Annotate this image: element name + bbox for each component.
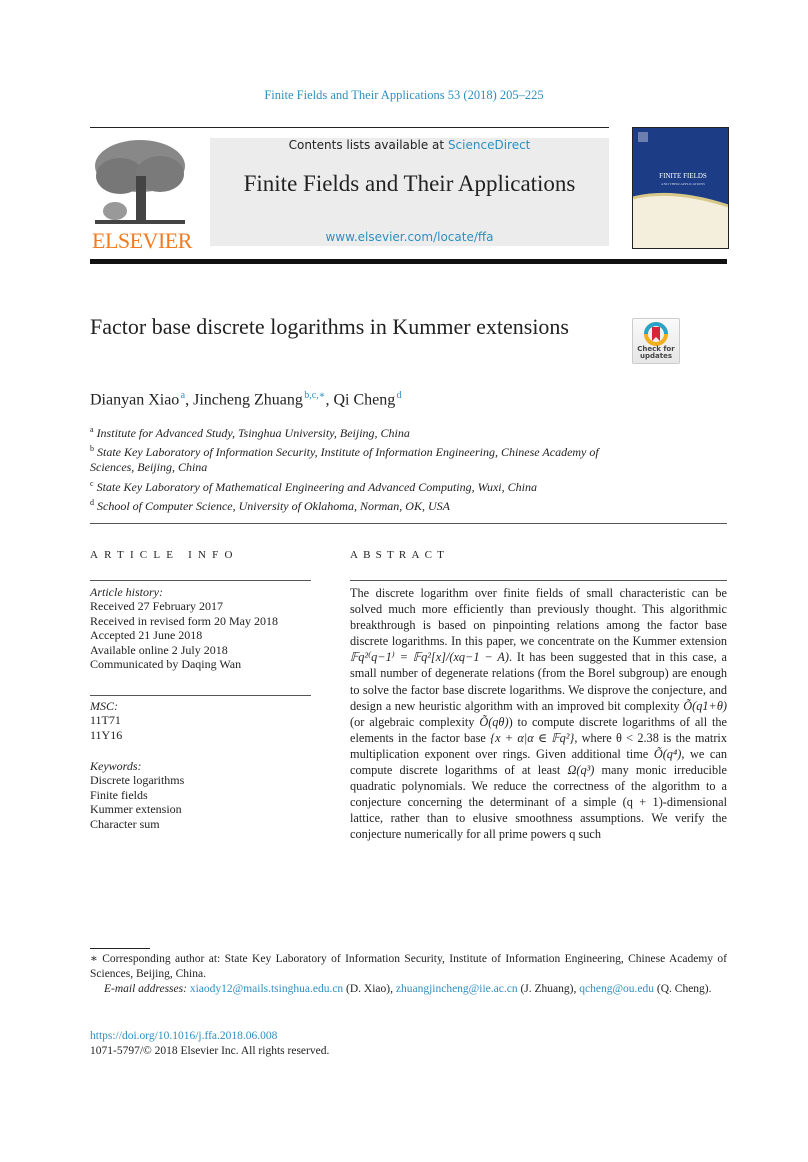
copyright-notice: 1071-5797/© 2018 Elsevier Inc. All right… [90, 1045, 330, 1057]
author-affil-mark[interactable]: b,c,∗ [304, 390, 325, 401]
msc-item: 11T71 [90, 713, 121, 728]
history-item: Received 27 February 2017 [90, 599, 223, 614]
abstract-body: The discrete logarithm over finite field… [350, 585, 727, 843]
affil-mark: a [90, 425, 94, 434]
info-rule [90, 580, 311, 581]
corresponding-author-note: ∗ Corresponding author at: State Key Lab… [90, 953, 727, 980]
email-label: E-mail addresses: [104, 983, 187, 995]
info-rule [90, 695, 311, 696]
abstract-rule [350, 580, 727, 581]
affil-text: School of Computer Science, University o… [97, 498, 450, 513]
affiliation: c State Key Laboratory of Mathematical E… [90, 476, 610, 495]
elsevier-logo-text[interactable]: ELSEVIER [92, 228, 192, 254]
email-owner: (D. Xiao) [346, 983, 391, 995]
math-expression: {x + α|α ∈ 𝔽q²} [490, 730, 575, 745]
math-expression: Ω(q³) [567, 763, 595, 778]
email-addresses: E-mail addresses: xiaody12@mails.tsinghu… [104, 983, 712, 995]
math-expression: Õ(q⁴) [653, 746, 682, 761]
article-history: Article history: Received 27 February 20… [90, 585, 320, 671]
affil-mark: d [90, 497, 94, 507]
keywords-label: Keywords: [90, 759, 142, 773]
article-info-heading: ARTICLE INFO [90, 549, 239, 561]
history-item: Accepted 21 June 2018 [90, 628, 203, 643]
keyword-item: Kummer extension [90, 802, 182, 817]
history-item: Available online 2 July 2018 [90, 642, 228, 657]
affil-text: Institute for Advanced Study, Tsinghua U… [96, 426, 410, 440]
abstract-heading: ABSTRACT [350, 549, 450, 561]
history-label: Article history: [90, 585, 163, 599]
msc-label: MSC: [90, 699, 118, 713]
cover-art-icon: FINITE FIELDS AND THEIR APPLICATIONS [633, 128, 728, 248]
contents-line: Contents lists available at ScienceDirec… [210, 138, 609, 152]
msc-item: 11Y16 [90, 727, 123, 742]
journal-cover-image[interactable]: FINITE FIELDS AND THEIR APPLICATIONS [632, 127, 729, 249]
email-link[interactable]: xiaody12@mails.tsinghua.edu.cn [190, 983, 343, 995]
keywords: Keywords: Discrete logarithms Finite fie… [90, 759, 184, 831]
affil-mark: b [90, 444, 94, 454]
cover-subtitle: AND THEIR APPLICATIONS [661, 182, 705, 186]
keyword-item: Discrete logarithms [90, 773, 185, 788]
email-owner: (J. Zhuang) [520, 983, 574, 995]
cover-title: FINITE FIELDS [659, 172, 707, 180]
affil-text: State Key Laboratory of Information Secu… [90, 445, 599, 475]
paper-title: Factor base discrete logarithms in Kumme… [90, 314, 569, 339]
masthead-rule [90, 259, 727, 264]
abstract-text: The discrete logarithm over finite field… [350, 586, 727, 649]
email-link[interactable]: qcheng@ou.edu [579, 983, 654, 995]
math-expression: Õ(q1+θ) [683, 698, 727, 713]
journal-url-link[interactable]: www.elsevier.com/locate/ffa [210, 230, 609, 244]
footnote-rule [90, 948, 150, 949]
crossmark-label: Check for updates [637, 345, 675, 360]
affiliation: a Institute for Advanced Study, Tsinghua… [90, 422, 610, 441]
sciencedirect-link[interactable]: ScienceDirect [448, 138, 530, 152]
section-rule [90, 523, 727, 524]
email-owner: (Q. Cheng). [656, 983, 712, 995]
affiliation: b State Key Laboratory of Information Se… [90, 441, 610, 475]
msc-codes: MSC: 11T71 11Y16 [90, 699, 122, 742]
affiliations: a Institute for Advanced Study, Tsinghua… [90, 422, 610, 514]
affil-mark: c [90, 478, 94, 488]
author-list: Dianyan Xiao a, Jincheng Zhuang b,c,∗, Q… [90, 390, 402, 409]
author-name[interactable]: Qi Cheng [333, 391, 395, 408]
math-expression: Õ(qθ) [479, 714, 509, 729]
keyword-item: Finite fields [90, 787, 148, 802]
math-expression: 𝔽q²⁽q−1⁾ = 𝔽q²[x]/(xq−1 − A) [350, 650, 509, 665]
affiliation: d School of Computer Science, University… [90, 495, 610, 514]
author-affil-mark[interactable]: a [181, 390, 185, 401]
journal-reference[interactable]: Finite Fields and Their Applications 53 … [0, 88, 808, 103]
header-rule [90, 127, 609, 128]
email-link[interactable]: zhuangjincheng@iie.ac.cn [396, 983, 518, 995]
doi-link[interactable]: https://doi.org/10.1016/j.ffa.2018.06.00… [90, 1030, 277, 1042]
contents-prefix: Contents lists available at [288, 138, 448, 152]
history-item: Communicated by Daqing Wan [90, 657, 242, 672]
history-item: Received in revised form 20 May 2018 [90, 613, 278, 628]
author-affil-mark[interactable]: d [397, 390, 402, 401]
journal-title: Finite Fields and Their Applications [243, 171, 576, 196]
affil-text: State Key Laboratory of Mathematical Eng… [96, 479, 537, 494]
check-for-updates-button[interactable]: Check for updates [632, 318, 680, 364]
author-name[interactable]: Jincheng Zhuang [193, 391, 303, 408]
keyword-item: Character sum [90, 816, 160, 831]
footnote: ∗ Corresponding author at: State Key Lab… [90, 952, 727, 997]
author-name[interactable]: Dianyan Xiao [90, 391, 179, 408]
abstract-text: (or algebraic complexity [350, 714, 480, 729]
